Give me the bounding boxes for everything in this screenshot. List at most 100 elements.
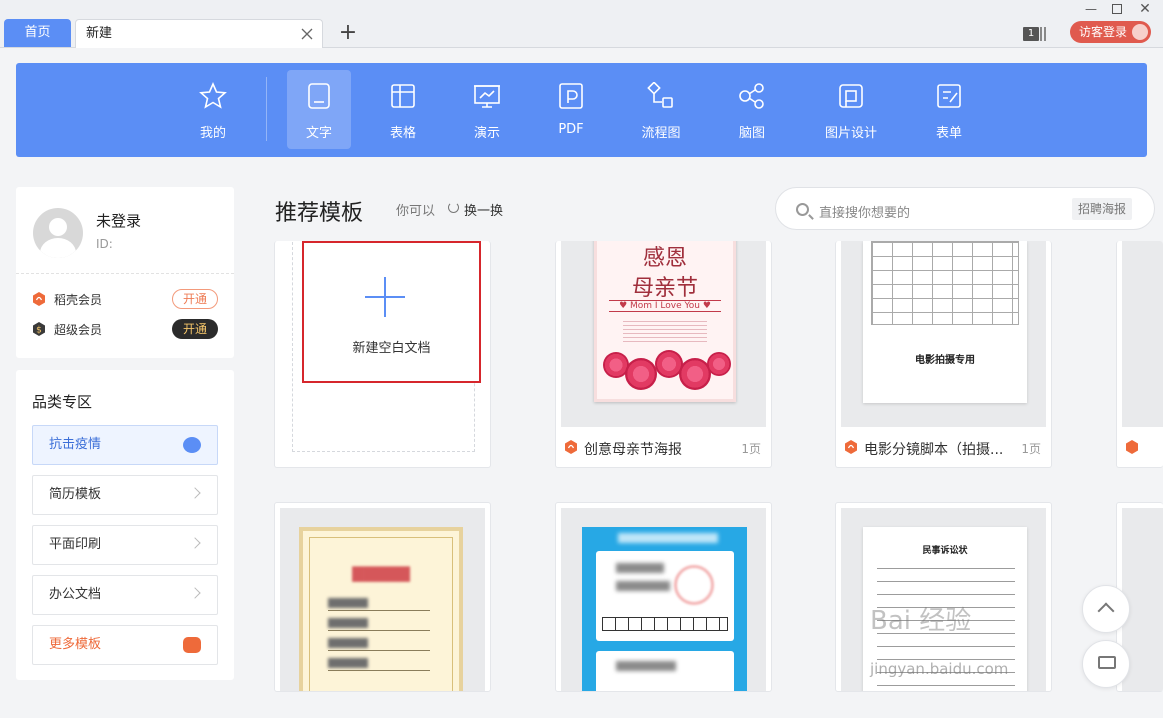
window-close-icon[interactable]: ✕ (1139, 2, 1151, 16)
seal-blurred (674, 565, 714, 605)
open-docer-vip-button[interactable]: 开通 (172, 289, 218, 309)
tool-label: 图片设计 (824, 126, 877, 141)
category-item-print[interactable]: 平面印刷 (32, 525, 218, 565)
certificate-line (328, 630, 430, 631)
minimize-icon[interactable]: — (1085, 3, 1097, 15)
star-icon (199, 82, 227, 109)
template-card[interactable]: 感恩 母亲节 ♥ Mom I Love You ♥ 创意母亲节海报 1页 (555, 241, 772, 468)
tool-pdf[interactable]: PDF (539, 70, 603, 149)
search-input[interactable]: 直接搜你想要的 (819, 202, 910, 221)
search-hot-tag[interactable]: 招聘海报 (1072, 198, 1133, 220)
pdf-icon (559, 83, 583, 109)
avatar[interactable] (33, 208, 83, 258)
date-grid (602, 617, 728, 631)
certificate-line (328, 610, 430, 611)
rose-decoration (707, 352, 731, 376)
tool-mindmap[interactable]: 脑图 (720, 70, 784, 149)
blue-form-preview (582, 527, 747, 691)
poster-subtitle: ♥ Mom I Love You ♥ (609, 300, 721, 312)
flowchart-icon (647, 82, 673, 108)
plus-icon-vertical (384, 277, 386, 317)
template-pages: 1页 (1021, 442, 1041, 456)
open-super-vip-button[interactable]: 开通 (172, 319, 218, 339)
storyboard-sheet: 电影拍摄专用 (863, 241, 1027, 403)
category-item-epidemic[interactable]: 抗击疫情 (32, 425, 218, 465)
blurred-text (328, 598, 368, 608)
feedback-button[interactable] (1082, 640, 1130, 688)
image-design-icon (839, 84, 863, 108)
category-item-resume[interactable]: 简历模板 (32, 475, 218, 515)
tool-form[interactable]: 表单 (917, 70, 981, 149)
poster-text-lines (623, 318, 707, 342)
template-card[interactable]: 电影拍摄专用 电影分镜脚本（拍摄... 1页 (835, 241, 1052, 468)
avatar-body (40, 238, 76, 258)
tool-presentation[interactable]: 演示 (455, 70, 519, 149)
blurred-text (328, 658, 368, 668)
template-thumbnail (1122, 241, 1163, 427)
template-thumbnail: ▇▇▇▇▇ (280, 508, 485, 691)
tool-label: PDF (558, 122, 584, 137)
category-item-office[interactable]: 办公文档 (32, 575, 218, 615)
form-card (596, 551, 734, 641)
close-icon[interactable] (300, 27, 314, 41)
tool-image-design[interactable]: 图片设计 (819, 70, 883, 149)
poster-title-line1: 感恩 (642, 246, 687, 271)
tool-label: 表单 (935, 126, 962, 141)
back-to-top-button[interactable] (1082, 585, 1130, 633)
tool-label: 流程图 (641, 126, 681, 141)
tool-flowchart[interactable]: 流程图 (629, 70, 693, 149)
template-search[interactable]: 直接搜你想要的 招聘海报 (775, 187, 1155, 230)
certificate-line (328, 670, 430, 671)
avatar-head (49, 218, 67, 236)
tab-home[interactable]: 首页 (4, 19, 71, 47)
app-type-toolbar: 我的 文字 表格 演示 PDF 流程图 脑图 图片设计 表单 (16, 63, 1147, 157)
recommend-hint: 你可以 (396, 204, 436, 219)
document-icon (308, 83, 330, 109)
mothers-day-poster: 感恩 母亲节 ♥ Mom I Love You ♥ (594, 241, 736, 402)
new-blank-doc-label: 新建空白文档 (352, 341, 431, 356)
template-name: 电影分镜脚本（拍摄... (864, 442, 1004, 458)
category-item-more[interactable]: 更多模板 (32, 625, 218, 665)
maximize-icon[interactable] (1112, 4, 1122, 14)
tab-new-label: 新建 (86, 26, 113, 41)
tool-label: 文字 (305, 126, 332, 141)
certificate-preview: ▇▇▇▇▇ (299, 527, 463, 691)
letter-title: 民事诉讼状 (922, 546, 968, 556)
notification-count-badge[interactable]: 1 (1023, 27, 1039, 41)
add-tab-button[interactable]: + (338, 22, 358, 44)
template-thumbnail: 电影拍摄专用 (841, 241, 1046, 427)
user-avatar-icon (1132, 24, 1148, 40)
poster-title-line2: 母亲节 (631, 276, 698, 301)
panel-toggle-icon[interactable] (1040, 27, 1046, 41)
vip-name: 稻壳会员 (54, 293, 103, 307)
template-thumbnail: 感恩 母亲节 ♥ Mom I Love You ♥ (561, 241, 766, 427)
table-icon (391, 84, 415, 108)
category-title: 品类专区 (32, 393, 93, 411)
tool-text[interactable]: 文字 (287, 70, 351, 149)
username[interactable]: 未登录 (96, 210, 141, 231)
template-card-partial[interactable] (1116, 241, 1163, 468)
tool-mine[interactable]: 我的 (181, 70, 245, 149)
template-name: 创意母亲节海报 (584, 442, 682, 458)
visitor-login-button[interactable]: 访客登录 (1070, 21, 1151, 43)
blurred-text (328, 618, 368, 628)
template-card[interactable] (555, 502, 772, 692)
category-card: 品类专区 抗击疫情 简历模板 平面印刷 办公文档 更多模板 (16, 370, 234, 680)
refresh-icon (448, 202, 459, 213)
super-vip-icon: $ (33, 322, 45, 336)
chevron-up-icon (1097, 602, 1115, 620)
presentation-icon (474, 85, 500, 108)
template-thumbnail (561, 508, 766, 691)
user-id: ID: (96, 237, 113, 251)
mindmap-icon (739, 83, 764, 109)
tool-sheet[interactable]: 表格 (371, 70, 435, 149)
sheet-grid (871, 241, 1019, 325)
refresh-button[interactable]: 换一换 (448, 200, 503, 219)
tab-new[interactable]: 新建 (75, 19, 323, 48)
docer-logo-icon (845, 440, 857, 454)
new-blank-doc-button[interactable]: 新建空白文档 (302, 241, 481, 383)
certificate-title-blurred: ▇▇▇▇▇ (352, 564, 410, 582)
vip-row-super: $ 超级会员 开通 (32, 318, 218, 340)
category-label: 抗击疫情 (49, 437, 102, 452)
template-card[interactable]: ▇▇▇▇▇ (274, 502, 491, 692)
